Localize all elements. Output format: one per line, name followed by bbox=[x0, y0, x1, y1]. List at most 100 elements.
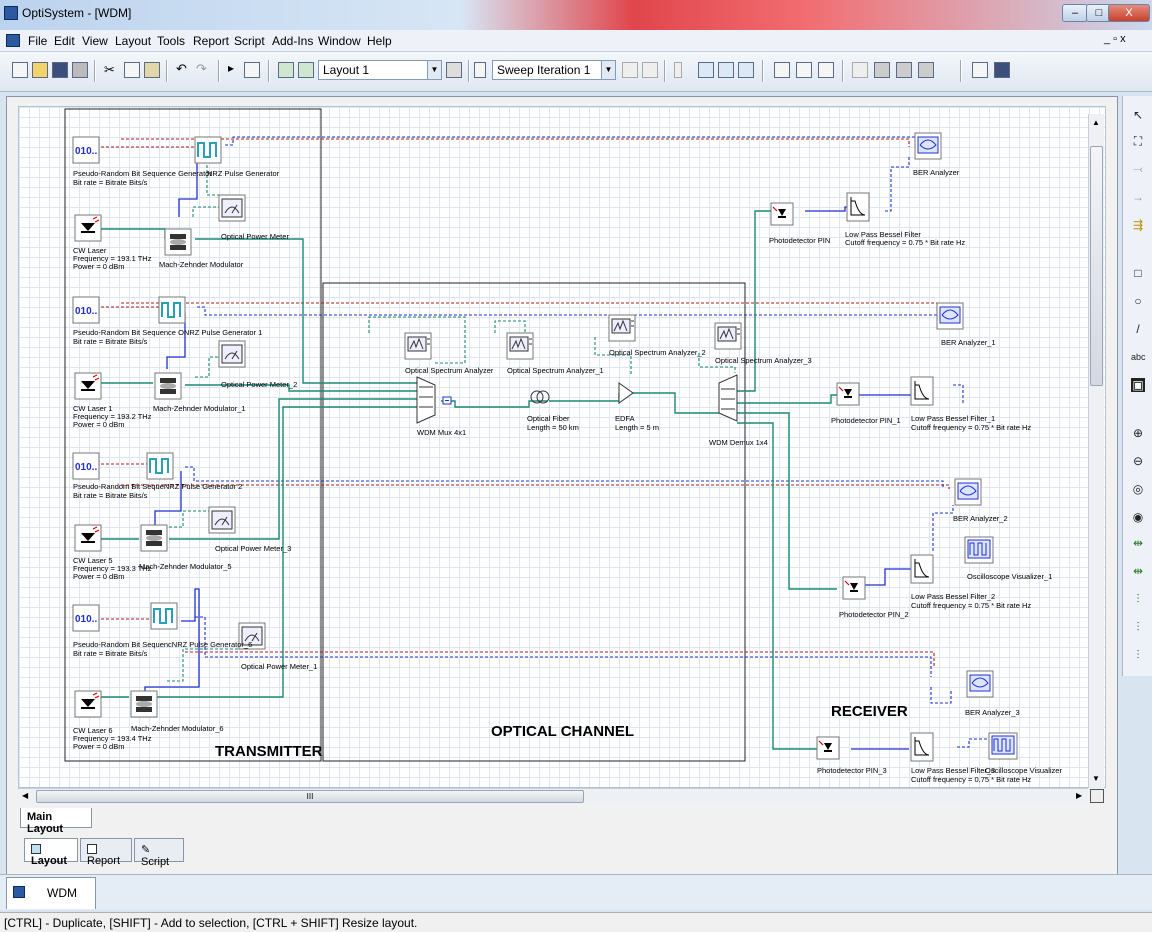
redo-icon[interactable]: ↷ bbox=[196, 61, 207, 77]
panel-view-icon[interactable] bbox=[818, 62, 834, 78]
optical-power-meter-2 bbox=[218, 340, 246, 368]
report-icon[interactable] bbox=[972, 62, 988, 78]
edit-icon[interactable] bbox=[896, 62, 912, 78]
text-tool-icon[interactable]: abc bbox=[1131, 350, 1146, 364]
lpf-0 bbox=[846, 192, 870, 222]
new-icon[interactable] bbox=[12, 62, 28, 78]
scroll-right-icon[interactable]: ▶ bbox=[1076, 791, 1082, 800]
sweep-select[interactable]: Sweep Iteration 1 ▼ bbox=[492, 60, 616, 80]
vertical-scroll-thumb[interactable] bbox=[1090, 146, 1103, 386]
split-view-icon[interactable] bbox=[796, 62, 812, 78]
view-icon[interactable] bbox=[774, 62, 790, 78]
cut-icon[interactable]: ✂ bbox=[104, 62, 115, 78]
menu-help[interactable]: Help bbox=[367, 34, 392, 48]
unlink-icon[interactable] bbox=[642, 62, 658, 78]
paste-icon[interactable] bbox=[144, 62, 160, 78]
label-osa0: Optical Spectrum Analyzer bbox=[405, 366, 494, 375]
label-prbs0: Pseudo-Random Bit Sequence Generator bbox=[73, 169, 212, 178]
copy-icon[interactable] bbox=[124, 62, 140, 78]
mdi-controls[interactable]: _ ▫ x bbox=[1104, 33, 1126, 45]
save-icon[interactable] bbox=[52, 62, 68, 78]
zoom-100-icon[interactable]: ◉ bbox=[1131, 510, 1145, 524]
monitor-icon[interactable] bbox=[698, 62, 714, 78]
scroll-down-icon[interactable]: ▼ bbox=[1092, 774, 1100, 783]
layout-canvas[interactable]: 010.. Pseudo-Random Bit Sequence Generat… bbox=[18, 106, 1106, 788]
menu-window[interactable]: Window bbox=[318, 34, 361, 48]
menu-view[interactable]: View bbox=[82, 34, 108, 48]
script-icon[interactable] bbox=[918, 62, 934, 78]
zoom-in-icon[interactable]: ⊕ bbox=[1131, 426, 1145, 440]
menu-report[interactable]: Report bbox=[193, 34, 229, 48]
wdm-mux bbox=[416, 376, 436, 424]
menu-edit[interactable]: Edit bbox=[54, 34, 75, 48]
zoom-fit-icon[interactable]: ◎ bbox=[1131, 482, 1145, 496]
align-left-icon[interactable]: ⫶ bbox=[1131, 592, 1145, 606]
rectangle-tool-icon[interactable]: □ bbox=[1131, 266, 1145, 280]
optimize-icon[interactable] bbox=[852, 62, 868, 78]
fit-height-icon[interactable]: ⇹ bbox=[1131, 564, 1145, 578]
scroll-up-icon[interactable]: ▲ bbox=[1092, 118, 1100, 127]
align-center-icon[interactable]: ⫶ bbox=[1131, 620, 1145, 634]
layout-settings-icon[interactable] bbox=[446, 62, 462, 78]
app-icon bbox=[4, 6, 18, 20]
align-right-icon[interactable]: ⫶ bbox=[1131, 648, 1145, 662]
tab-layout[interactable]: Layout bbox=[24, 838, 78, 867]
tab-script[interactable]: ✎ Script bbox=[134, 838, 184, 868]
param-icon[interactable] bbox=[674, 62, 682, 78]
scroll-left-icon[interactable]: ◀ bbox=[22, 791, 28, 800]
print-icon[interactable] bbox=[72, 62, 88, 78]
calc-icon[interactable] bbox=[874, 62, 890, 78]
label-laser0-p2: Power = 0 dBm bbox=[73, 262, 125, 271]
layout-select[interactable]: Layout 1 ▼ bbox=[318, 60, 442, 80]
label-laser1-p2: Power = 0 dBm bbox=[73, 420, 125, 429]
tab-report[interactable]: Report bbox=[80, 838, 132, 867]
select-area-icon[interactable]: ⛶ bbox=[1131, 134, 1145, 148]
tab-wdm-doc[interactable]: WDM bbox=[6, 877, 96, 909]
label-lpf0-param: Cutoff frequency = 0.75 * Bit rate Hz bbox=[845, 238, 966, 247]
fit-width-icon[interactable]: ⇹ bbox=[1131, 536, 1145, 550]
chevron-down-icon[interactable]: ▼ bbox=[601, 61, 615, 79]
ellipse-tool-icon[interactable]: ○ bbox=[1131, 294, 1145, 308]
multi-connect-icon[interactable]: ⇶ bbox=[1131, 218, 1145, 232]
pointer-icon[interactable]: ↖ bbox=[1131, 108, 1145, 122]
mz-modulator-6 bbox=[130, 690, 158, 718]
menu-addins[interactable]: Add-Ins bbox=[272, 34, 313, 48]
oscilloscope-1 bbox=[964, 536, 994, 564]
image-tool-icon[interactable]: ▣ bbox=[1131, 378, 1145, 392]
toolbar-separator bbox=[468, 60, 470, 82]
visualizer-icon[interactable] bbox=[718, 62, 734, 78]
remove-layout-icon[interactable] bbox=[298, 62, 314, 78]
open-icon[interactable] bbox=[32, 62, 48, 78]
vertical-scrollbar[interactable]: ▲ ▼ bbox=[1088, 114, 1104, 788]
close-button[interactable]: X bbox=[1108, 4, 1150, 22]
label-lpf2-param: Cutoff frequency = 0.75 * Bit rate Hz bbox=[911, 601, 1032, 610]
add-layout-icon[interactable] bbox=[278, 62, 294, 78]
label-opm0: Optical Power Meter bbox=[221, 232, 289, 241]
tab-wdm-label: WDM bbox=[47, 886, 77, 900]
horizontal-scrollbar[interactable]: ◀ III ▶ bbox=[18, 788, 1088, 804]
graph-icon[interactable] bbox=[738, 62, 754, 78]
tab-main-layout[interactable]: Main Layout bbox=[20, 808, 92, 835]
label-mzm1: Mach-Zehnder Modulator_1 bbox=[153, 404, 246, 413]
chevron-down-icon[interactable]: ▼ bbox=[427, 61, 441, 79]
link-icon[interactable] bbox=[622, 62, 638, 78]
label-opm1: Optical Power Meter_1 bbox=[241, 662, 318, 671]
menu-tools[interactable]: Tools bbox=[157, 34, 185, 48]
run-icon[interactable]: ▸ bbox=[228, 61, 234, 75]
undo-icon[interactable]: ↶ bbox=[176, 61, 187, 77]
connect-forward-icon[interactable]: → bbox=[1131, 190, 1145, 204]
osa-1 bbox=[506, 332, 534, 360]
minimize-button[interactable]: – bbox=[1062, 4, 1088, 22]
line-tool-icon[interactable]: / bbox=[1131, 322, 1145, 336]
connect-back-icon[interactable]: ⤙ bbox=[1131, 162, 1145, 176]
menu-file[interactable]: File bbox=[28, 34, 47, 48]
export-icon[interactable] bbox=[994, 62, 1010, 78]
stop-icon[interactable] bbox=[244, 62, 260, 78]
zoom-out-icon[interactable]: ⊖ bbox=[1131, 454, 1145, 468]
nrz-pulse-generator-1 bbox=[158, 296, 186, 324]
menu-layout[interactable]: Layout bbox=[115, 34, 151, 48]
horizontal-scroll-thumb[interactable]: III bbox=[36, 790, 584, 803]
resize-corner[interactable] bbox=[1090, 789, 1104, 803]
menu-script[interactable]: Script bbox=[234, 34, 265, 48]
sweep-icon[interactable] bbox=[474, 62, 486, 78]
